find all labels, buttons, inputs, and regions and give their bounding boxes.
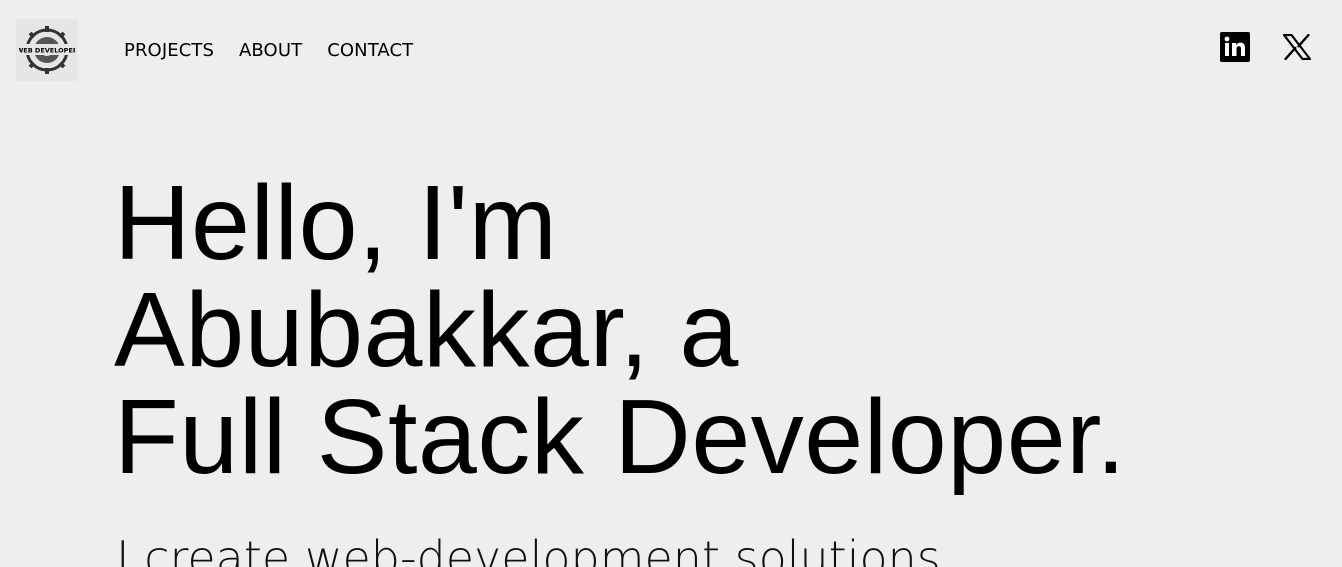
logo-text: WEB DEVELOPER bbox=[19, 47, 75, 55]
hero-heading-line-1: Hello, I'm bbox=[114, 164, 558, 282]
hero-tagline: I create web-development solutions bbox=[116, 531, 941, 567]
logo[interactable]: WEB DEVELOPER bbox=[16, 19, 78, 81]
nav-projects-link[interactable]: PROJECTS bbox=[124, 38, 214, 64]
site-header: WEB DEVELOPER PROJECTS ABOUT CONTACT bbox=[0, 0, 1342, 100]
hero-heading-line-2: Abubakkar, a bbox=[114, 271, 739, 389]
main-nav: PROJECTS ABOUT CONTACT bbox=[124, 38, 438, 64]
x-link[interactable] bbox=[1282, 32, 1312, 62]
hero-section: Hello, I'm Abubakkar, a Full Stack Devel… bbox=[114, 170, 1314, 491]
hero-heading: Hello, I'm Abubakkar, a Full Stack Devel… bbox=[114, 170, 1314, 491]
nav-contact-link[interactable]: CONTACT bbox=[327, 38, 413, 64]
hero-heading-line-3: Full Stack Developer. bbox=[114, 378, 1127, 496]
x-icon bbox=[1283, 34, 1311, 60]
nav-about-link[interactable]: ABOUT bbox=[239, 38, 302, 64]
social-links bbox=[1220, 32, 1312, 62]
linkedin-icon bbox=[1220, 32, 1250, 62]
gear-logo-icon: WEB DEVELOPER bbox=[19, 26, 75, 74]
linkedin-link[interactable] bbox=[1220, 32, 1250, 62]
